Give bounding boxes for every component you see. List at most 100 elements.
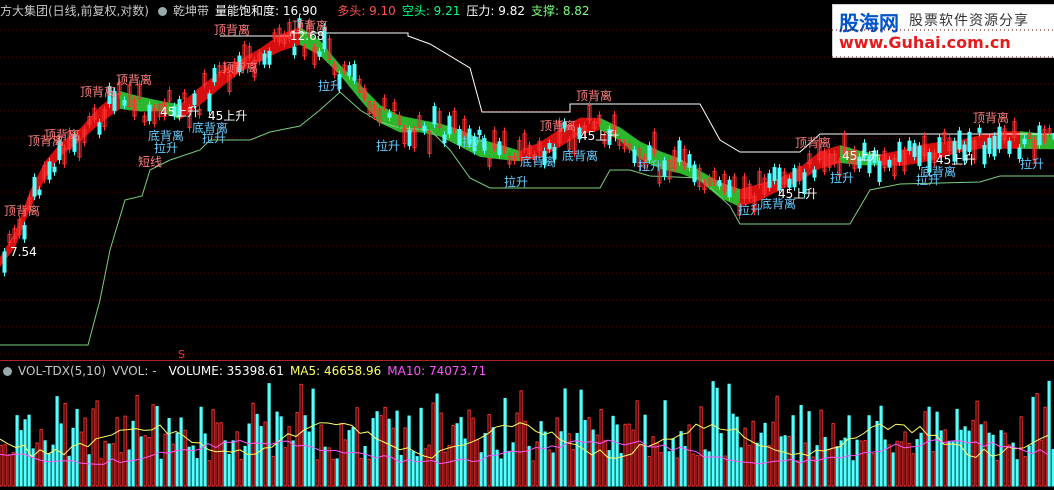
volume-bar: [211, 409, 215, 487]
pull-up-label: 拉升: [916, 172, 940, 187]
volume-bar: [683, 446, 687, 487]
volume-bar: [175, 432, 179, 487]
candle-body: [47, 161, 52, 180]
volume-bar: [407, 415, 411, 487]
candle-body: [662, 160, 667, 177]
candle-body: [2, 251, 7, 273]
volume-header: VOL-TDX(5,10) VVOL: - VOLUME: 35398.61 MA5:…: [0, 362, 492, 380]
volume-indicator-name[interactable]: VOL-TDX(5,10): [18, 364, 106, 378]
volume-bar: [115, 417, 119, 487]
rise-45-label: 45上升: [842, 149, 881, 163]
bottom-divergence-label: 底背离: [562, 148, 598, 163]
volume-bar: [847, 415, 851, 487]
candle-body: [422, 125, 427, 132]
volume-bar: [699, 406, 703, 487]
volume-bar: [987, 432, 991, 487]
volume-bar: [487, 414, 491, 487]
stock-chart-window: 方大集团(日线,前复权,对数) 乾坤带 量能饱和度: 16.90 多头: 9.10 空头…: [0, 0, 1054, 490]
volume-bar: [431, 402, 435, 487]
candle-body: [32, 176, 37, 197]
ma10-value: MA10: 74073.71: [387, 364, 487, 378]
volume-bar: [967, 430, 971, 487]
volume-bar: [795, 460, 799, 487]
volume-bar: [759, 432, 763, 487]
pull-up-label: 拉升: [830, 170, 854, 185]
candle-body: [677, 140, 682, 163]
volume-bar: [531, 460, 535, 487]
top-divergence-label: 顶背离: [576, 88, 612, 103]
volume-bar: [995, 459, 999, 487]
top-divergence-label: 顶背离: [80, 84, 116, 99]
volume-bar: [787, 435, 791, 487]
volume-bar: [631, 429, 635, 487]
volume-bar: [143, 435, 147, 487]
volume-bar: [47, 453, 51, 487]
volume-bar: [511, 442, 515, 487]
volume-bar: [323, 446, 327, 487]
volume-bar: [739, 447, 743, 487]
volume-bar: [499, 458, 503, 487]
volume-bar: [35, 442, 39, 487]
candle-body: [497, 141, 502, 155]
volume-bar: [15, 415, 19, 487]
candle-body: [792, 167, 797, 188]
volume-bar: [363, 446, 367, 487]
volume-bar: [91, 408, 95, 487]
short-line-label: 短线: [138, 155, 162, 169]
volume-bar: [819, 409, 823, 487]
volume-bar: [187, 446, 191, 487]
top-divergence-label: 顶背离: [214, 22, 250, 37]
volume-bar: [379, 415, 383, 487]
volume-bar: [947, 440, 951, 487]
volume-bar: [7, 454, 11, 487]
volume-bar: [367, 458, 371, 487]
candle-body: [937, 137, 942, 154]
volume-bar: [423, 448, 427, 487]
pull-up-label: 拉升: [376, 138, 400, 153]
price-high-mark: 12.68: [290, 29, 324, 43]
candle-body: [1007, 140, 1012, 154]
volume-bar: [855, 439, 859, 487]
volume-bar: [435, 393, 439, 487]
volume-bar: [55, 396, 59, 487]
volume-bar: [351, 426, 355, 487]
pull-up-label: 拉升: [1020, 156, 1044, 171]
candle-body: [987, 137, 992, 154]
volume-bar: [223, 440, 227, 487]
volume-bar: [263, 421, 267, 487]
volume-bar: [547, 449, 551, 487]
rise-45-label: 45上升: [208, 109, 247, 123]
volume-bar: [687, 424, 691, 487]
volume-bar: [135, 394, 139, 487]
top-divergence-label: 顶背离: [4, 203, 40, 218]
volume-bar: [447, 445, 451, 487]
pull-up-label: 拉升: [738, 202, 762, 217]
volume-bar: [1007, 444, 1011, 487]
price-volume-chart[interactable]: 顶背离顶背离顶背离顶背离顶背离顶背离 顶背离顶背离顶背离顶背离顶背离顶背离底背离底…: [0, 0, 1054, 490]
volume-bar: [19, 430, 23, 487]
volume-bar: [0, 445, 3, 487]
candle-body: [967, 131, 972, 152]
volume-bar: [815, 445, 819, 487]
candle-body: [317, 51, 322, 57]
volume-bar: [831, 423, 835, 487]
pull-up-label: 拉升: [318, 78, 342, 93]
volume-bar: [619, 453, 623, 487]
volume-bar: [911, 453, 915, 487]
volume-toggle-icon[interactable]: [3, 367, 12, 376]
volume-bar: [799, 405, 803, 487]
volume-bar: [95, 400, 99, 487]
candle-body: [1022, 138, 1027, 145]
volume-bar: [551, 452, 555, 487]
volume-bar: [603, 440, 607, 487]
volume-bar: [611, 415, 615, 487]
candle-body: [387, 112, 392, 118]
volume-bar: [763, 422, 767, 487]
volume-bar: [467, 409, 471, 487]
volume-bar: [111, 443, 115, 487]
ma5-value: MA5: 46658.96: [289, 364, 382, 378]
volume-bar: [439, 412, 443, 487]
pull-up-label: 拉升: [154, 140, 178, 155]
volume-bar: [451, 424, 455, 487]
candle-body: [767, 173, 772, 188]
